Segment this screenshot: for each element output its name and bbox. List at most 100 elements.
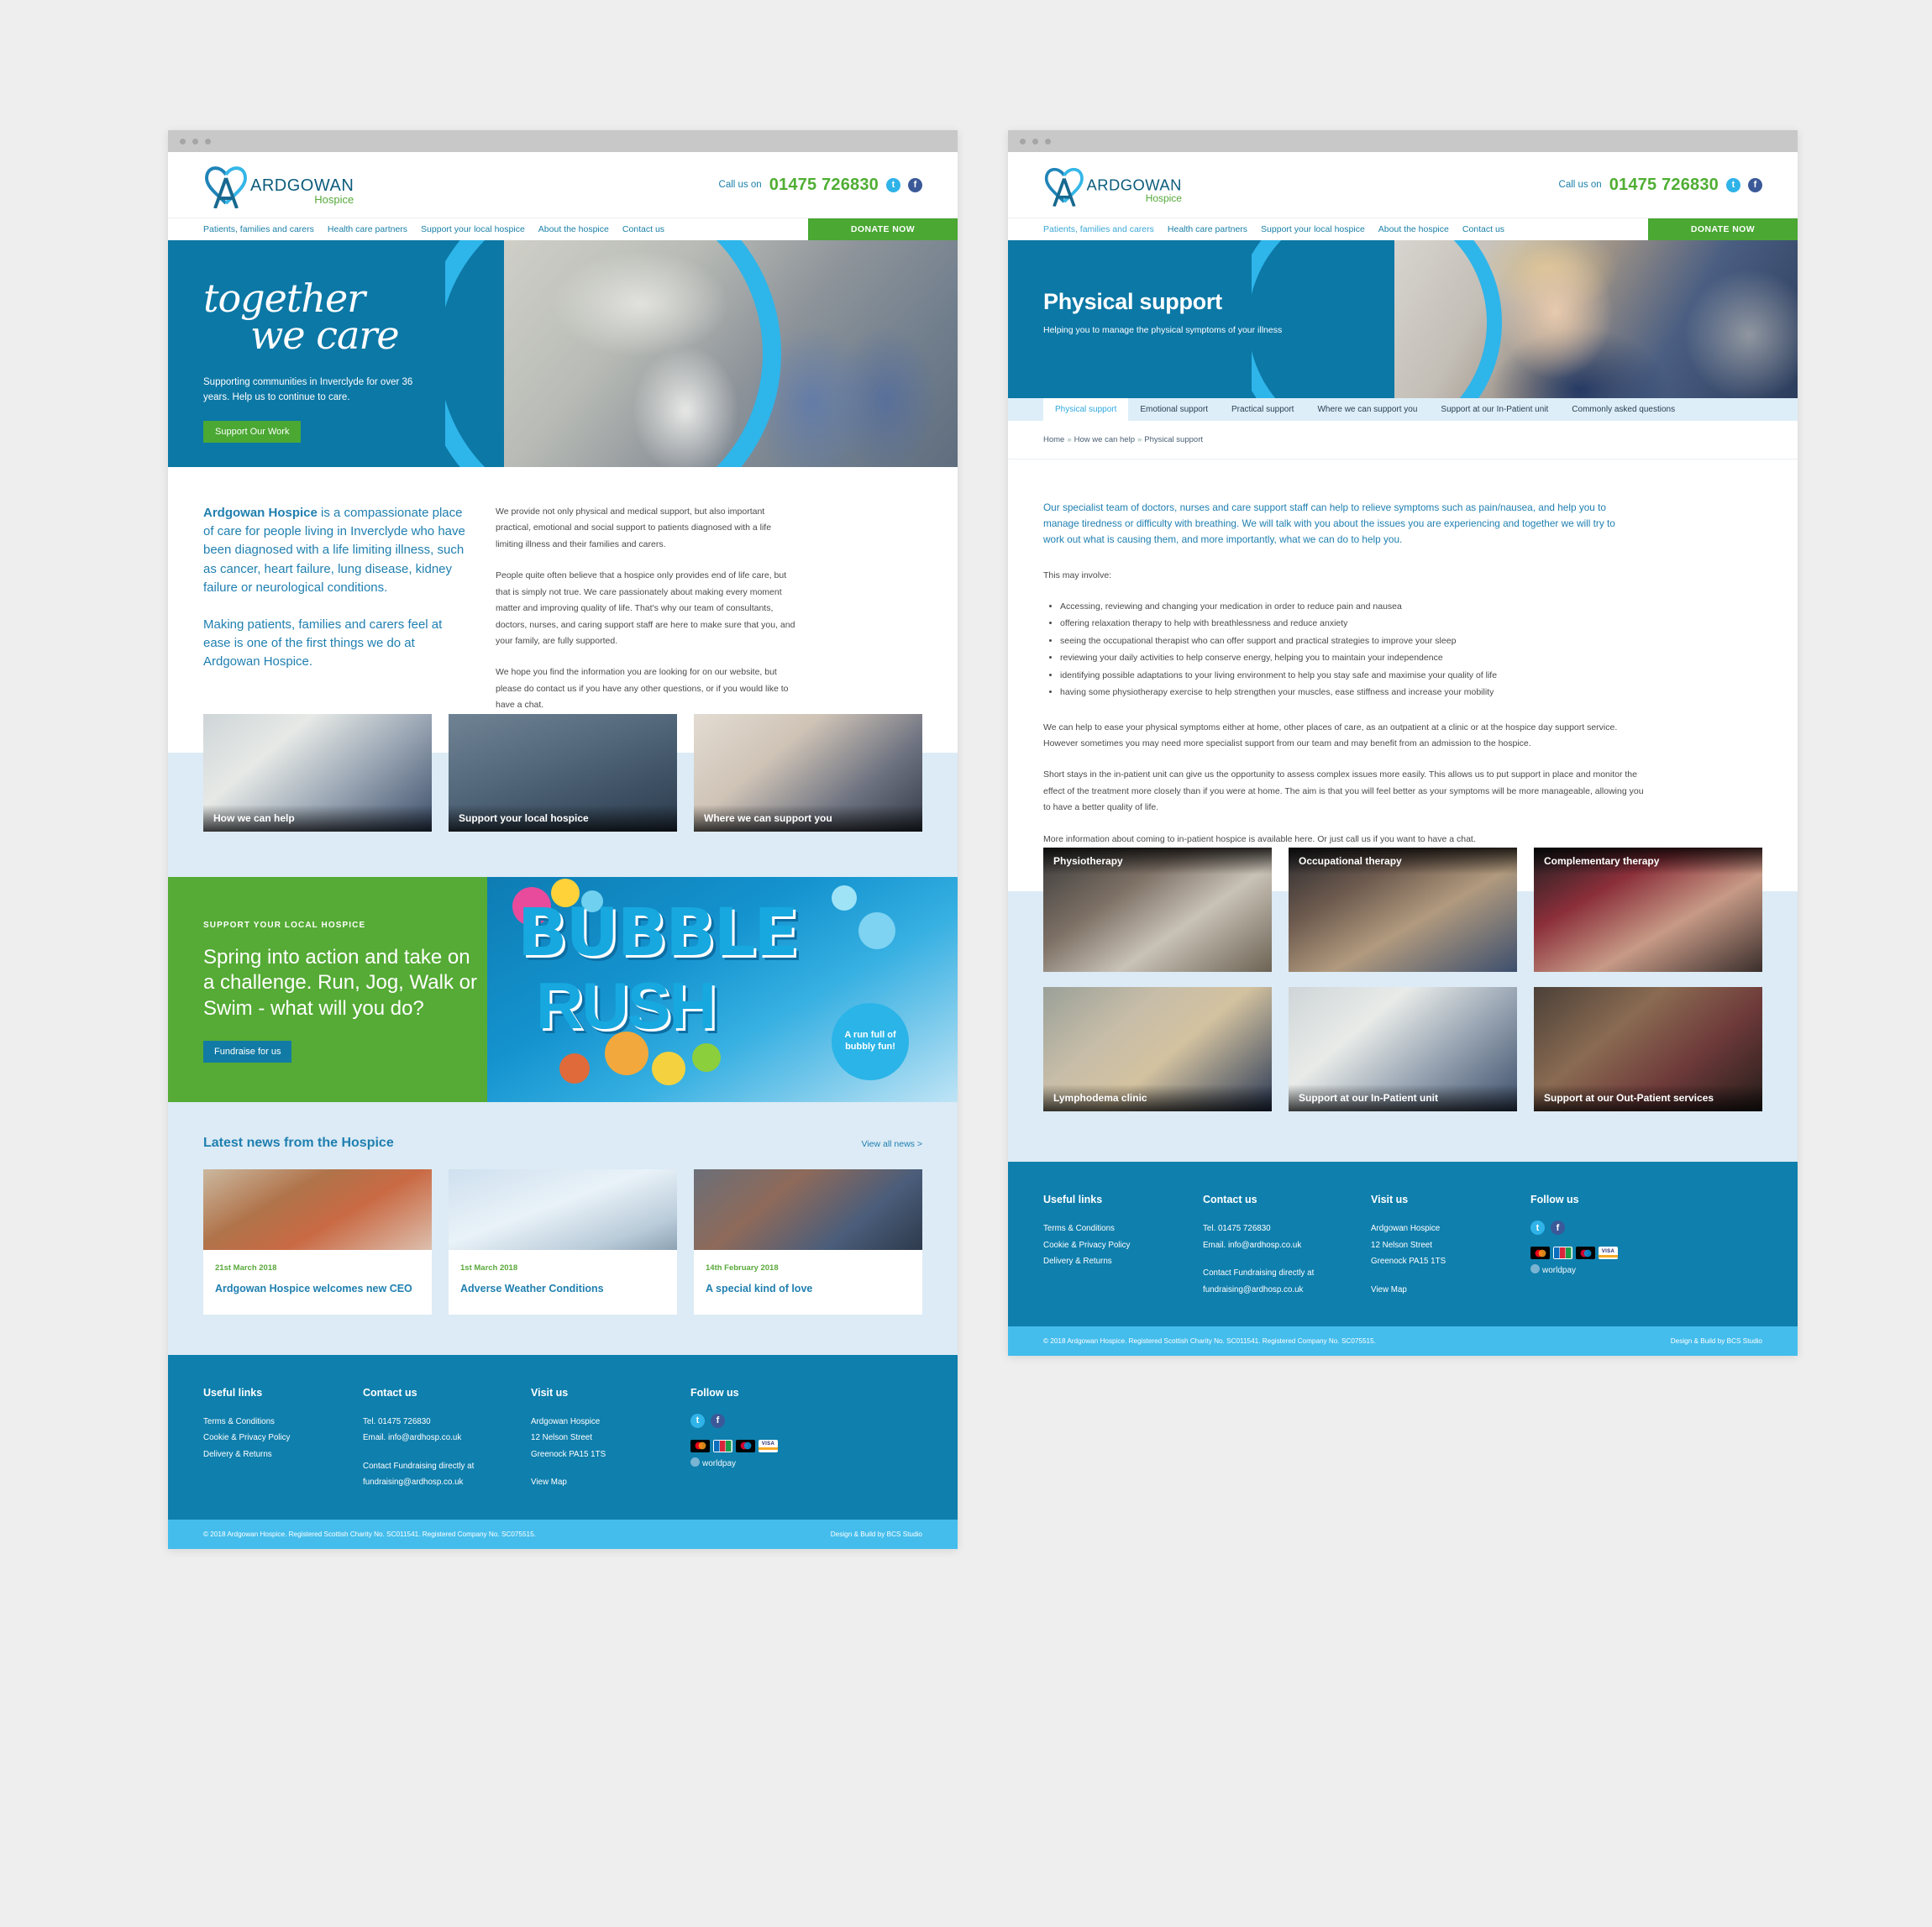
- logo-title: ARDGOWAN: [1086, 176, 1182, 195]
- tile-where-we-can-support-you[interactable]: Where we can support you: [694, 713, 922, 832]
- tile-physiotherapy[interactable]: Physiotherapy: [1043, 848, 1272, 973]
- physical-tiles-band: Physiotherapy Occupational therapy Compl…: [1008, 848, 1798, 1163]
- footer-address-line1: Ardgowan Hospice: [1371, 1224, 1441, 1234]
- fundraise-for-us-button[interactable]: Fundraise for us: [203, 1040, 292, 1063]
- physical-para-2: Short stays in the in-patient unit can g…: [1043, 769, 1644, 813]
- logo-subtitle: Hospice: [1145, 192, 1182, 204]
- phone-number[interactable]: 01475 726830: [1609, 176, 1719, 195]
- nav-item-health-care-partners[interactable]: Health care partners: [1168, 224, 1247, 234]
- footer-link-terms[interactable]: Terms & Conditions: [1043, 1221, 1203, 1237]
- tab-commonly-asked-questions[interactable]: Commonly asked questions: [1560, 398, 1687, 421]
- site-logo[interactable]: ARDGOWAN Hospice: [203, 161, 354, 209]
- news-card[interactable]: 21st March 2018 Ardgowan Hospice welcome…: [203, 1168, 432, 1315]
- window-titlebar[interactable]: [1008, 130, 1798, 152]
- footer-email[interactable]: Email. info@ardhosp.co.uk: [363, 1430, 531, 1447]
- twitter-icon[interactable]: t: [886, 177, 900, 192]
- may-involve-label: This may involve:: [1043, 570, 1112, 581]
- sub-footer: © 2018 Ardgowan Hospice. Registered Scot…: [1008, 1326, 1798, 1357]
- credit-text: Design & Build by BCS Studio: [830, 1530, 922, 1538]
- window-close-dot[interactable]: [1020, 138, 1026, 144]
- news-card[interactable]: 14th February 2018 A special kind of lov…: [694, 1168, 922, 1315]
- footer-twitter-icon[interactable]: t: [690, 1413, 705, 1428]
- intro-para-1: We provide not only physical and medical…: [496, 507, 772, 549]
- tile-caption: Occupational therapy: [1289, 848, 1517, 875]
- footer-fundraising-email[interactable]: fundraising@ardhosp.co.uk: [1203, 1282, 1371, 1299]
- physical-lead: Our specialist team of doctors, nurses a…: [1043, 501, 1615, 546]
- browser-window-physical-support[interactable]: ARDGOWAN Hospice Call us on 01475 726830…: [1008, 130, 1798, 1357]
- facebook-icon[interactable]: f: [1748, 177, 1762, 192]
- page-subtitle: Helping you to manage the physical sympt…: [1043, 325, 1283, 335]
- window-maximize-dot[interactable]: [1045, 138, 1051, 144]
- footer-facebook-icon[interactable]: f: [711, 1413, 725, 1428]
- footer-heading-contact: Contact us: [1203, 1194, 1257, 1206]
- tab-support-in-patient-unit[interactable]: Support at our In-Patient unit: [1429, 398, 1560, 421]
- intro-left-column: Ardgowan Hospice is a compassionate plac…: [203, 504, 472, 714]
- mastercard-icon: [1530, 1247, 1550, 1260]
- support-our-work-button[interactable]: Support Our Work: [203, 421, 302, 443]
- nav-item-contact[interactable]: Contact us: [622, 224, 664, 234]
- tile-how-we-can-help[interactable]: How we can help: [203, 713, 432, 832]
- footer-view-map-link[interactable]: View Map: [1371, 1282, 1530, 1299]
- browser-window-home[interactable]: ARDGOWAN Hospice Call us on 01475 726830…: [168, 130, 958, 1549]
- news-photo: [449, 1168, 677, 1250]
- list-item: seeing the occupational therapist who ca…: [1060, 633, 1762, 649]
- news-title: Ardgowan Hospice welcomes new CEO: [215, 1282, 412, 1294]
- footer-twitter-icon[interactable]: t: [1530, 1221, 1545, 1236]
- facebook-icon[interactable]: f: [908, 177, 922, 192]
- main-nav: Patients, families and carers Health car…: [168, 218, 958, 240]
- phone-number[interactable]: 01475 726830: [769, 176, 879, 195]
- window-minimize-dot[interactable]: [192, 138, 198, 144]
- window-close-dot[interactable]: [180, 138, 186, 144]
- donate-now-button[interactable]: DONATE NOW: [1648, 218, 1798, 240]
- home-tiles: How we can help Support your local hospi…: [168, 713, 958, 832]
- footer-email[interactable]: Email. info@ardhosp.co.uk: [1203, 1237, 1371, 1254]
- tile-lymphodema-clinic[interactable]: Lymphodema clinic: [1043, 987, 1272, 1112]
- footer-link-delivery-returns[interactable]: Delivery & Returns: [1043, 1253, 1203, 1270]
- news-date: 14th February 2018: [706, 1263, 779, 1273]
- visa-icon: VISA: [1599, 1247, 1618, 1260]
- footer-link-terms[interactable]: Terms & Conditions: [203, 1414, 363, 1431]
- tile-support-in-patient-unit[interactable]: Support at our In-Patient unit: [1289, 987, 1517, 1112]
- footer-view-map-link[interactable]: View Map: [531, 1474, 690, 1491]
- footer-link-delivery-returns[interactable]: Delivery & Returns: [203, 1447, 363, 1463]
- tile-occupational-therapy[interactable]: Occupational therapy: [1289, 848, 1517, 973]
- nav-item-about[interactable]: About the hospice: [1378, 224, 1449, 234]
- footer-facebook-icon[interactable]: f: [1551, 1221, 1565, 1236]
- nav-item-patients[interactable]: Patients, families and carers: [203, 224, 314, 234]
- nav-item-contact[interactable]: Contact us: [1462, 224, 1504, 234]
- nav-item-patients[interactable]: Patients, families and carers: [1043, 224, 1154, 234]
- tile-caption: Support at our Out-Patient services: [1534, 1084, 1762, 1112]
- tab-physical-support[interactable]: Physical support: [1043, 398, 1129, 421]
- window-titlebar[interactable]: [168, 130, 958, 152]
- twitter-icon[interactable]: t: [1726, 177, 1740, 192]
- news-photo: [203, 1168, 432, 1250]
- footer-link-cookie-privacy[interactable]: Cookie & Privacy Policy: [203, 1430, 363, 1447]
- footer-fundraising-email[interactable]: fundraising@ardhosp.co.uk: [363, 1474, 531, 1491]
- nav-item-support-local-hospice[interactable]: Support your local hospice: [1261, 224, 1365, 234]
- breadcrumb-home[interactable]: Home: [1043, 435, 1064, 444]
- footer-link-cookie-privacy[interactable]: Cookie & Privacy Policy: [1043, 1237, 1203, 1254]
- donate-now-button[interactable]: DONATE NOW: [808, 218, 958, 240]
- nav-item-support-local-hospice[interactable]: Support your local hospice: [421, 224, 525, 234]
- tile-caption: Physiotherapy: [1043, 848, 1272, 875]
- window-minimize-dot[interactable]: [1032, 138, 1038, 144]
- view-all-news-link[interactable]: View all news >: [862, 1139, 922, 1149]
- news-card[interactable]: 1st March 2018 Adverse Weather Condition…: [449, 1168, 677, 1315]
- breadcrumb: Home» How we can help» Physical support: [1008, 421, 1798, 459]
- bubble-rush-badge: A run full of bubbly fun!: [832, 1002, 909, 1080]
- tile-support-local-hospice[interactable]: Support your local hospice: [449, 713, 677, 832]
- nav-item-about[interactable]: About the hospice: [538, 224, 609, 234]
- intro-right-column: We provide not only physical and medical…: [496, 504, 798, 714]
- footer-contact: Contact us Tel. 01475 726830 Email. info…: [1203, 1194, 1371, 1298]
- tile-complementary-therapy[interactable]: Complementary therapy: [1534, 848, 1762, 973]
- site-logo[interactable]: ARDGOWAN Hospice: [1043, 163, 1182, 207]
- nav-item-health-care-partners[interactable]: Health care partners: [328, 224, 407, 234]
- tab-where-we-can-support-you[interactable]: Where we can support you: [1305, 398, 1429, 421]
- site-header: ARDGOWAN Hospice Call us on 01475 726830…: [1008, 152, 1798, 218]
- tab-emotional-support[interactable]: Emotional support: [1128, 398, 1220, 421]
- payment-cards: VISA: [1530, 1247, 1618, 1260]
- tab-practical-support[interactable]: Practical support: [1220, 398, 1305, 421]
- window-maximize-dot[interactable]: [205, 138, 211, 144]
- breadcrumb-section[interactable]: How we can help: [1074, 435, 1135, 444]
- tile-support-out-patient-services[interactable]: Support at our Out-Patient services: [1534, 987, 1762, 1112]
